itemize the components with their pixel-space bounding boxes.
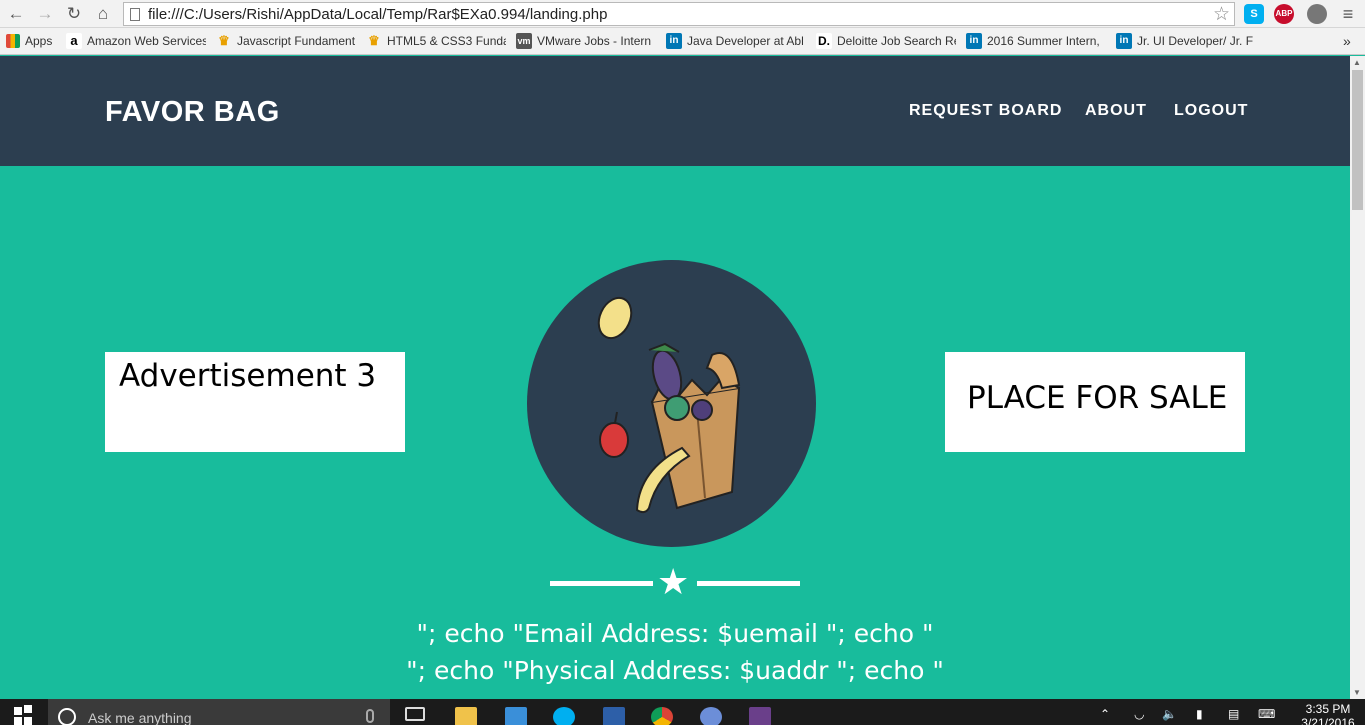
microphone-icon[interactable] [366, 709, 374, 723]
chrome-menu-icon[interactable]: ≡ [1338, 4, 1358, 24]
bookmark-apps[interactable]: Apps [6, 33, 64, 51]
page-icon [130, 8, 140, 21]
keyboard-icon[interactable]: ⌨ [1258, 707, 1275, 721]
clock-date: 3/21/2016 [1301, 716, 1355, 725]
pluralsight-icon: ♛ [218, 33, 230, 48]
address-bar[interactable]: file:///C:/Users/Rishi/AppData/Local/Tem… [123, 2, 1235, 26]
wifi-icon[interactable]: ◡ [1134, 707, 1144, 721]
vmware-icon: vm [516, 33, 532, 49]
bookmark-html5-css3[interactable]: ♛ HTML5 & CSS3 Funda [366, 33, 506, 51]
address-bar-url[interactable]: file:///C:/Users/Rishi/AppData/Local/Tem… [148, 6, 607, 23]
skype-extension-icon[interactable]: S [1244, 4, 1264, 24]
scroll-thumb[interactable] [1352, 70, 1363, 210]
advertisement-left-text: Advertisement 3 [119, 358, 377, 394]
battery-icon[interactable]: ▮ [1196, 707, 1203, 721]
email-address-text: "; echo "Email Address: $uemail "; echo … [416, 619, 934, 648]
advertisement-left[interactable]: Advertisement 3 [105, 352, 405, 452]
site-brand[interactable]: FAVOR BAG [105, 96, 280, 129]
chrome-canary-icon[interactable] [700, 707, 722, 725]
scroll-up-icon[interactable]: ▲ [1353, 58, 1361, 67]
store-icon[interactable] [505, 707, 527, 725]
page-scrollbar[interactable]: ▲ ▼ [1350, 56, 1365, 699]
tray-expand-icon[interactable]: ⌃ [1100, 707, 1110, 721]
linkedin-icon: in [1116, 33, 1132, 49]
advertisement-right-text: PLACE FOR SALE [967, 380, 1228, 416]
site-navbar: FAVOR BAG REQUEST BOARD ABOUT LOGOUT [0, 56, 1350, 166]
extension-icon[interactable] [1307, 4, 1327, 24]
linkedin-icon: in [666, 33, 682, 49]
bookmark-summer-intern[interactable]: in 2016 Summer Intern, [966, 33, 1106, 51]
deloitte-icon: D. [816, 33, 832, 49]
nav-logout[interactable]: LOGOUT [1174, 102, 1248, 120]
advertisement-right[interactable]: PLACE FOR SALE [945, 352, 1245, 452]
grocery-bag-illustration [597, 296, 741, 514]
forward-arrow-icon[interactable]: → [35, 4, 55, 24]
cortana-icon [58, 708, 76, 725]
cortana-search-placeholder: Ask me anything [88, 710, 192, 725]
scroll-down-icon[interactable]: ▼ [1353, 688, 1361, 697]
nav-request-board[interactable]: REQUEST BOARD [909, 102, 1062, 120]
bookmark-javascript[interactable]: ♛ Javascript Fundament [216, 33, 356, 51]
skype-taskbar-icon[interactable] [553, 707, 575, 725]
pluralsight-icon: ♛ [368, 33, 380, 48]
clock-time: 3:35 PM [1305, 702, 1351, 716]
windows-taskbar: Ask me anything ⌃ ◡ 🔈 ▮ ▤ ⌨ 3:35 PM 3/21… [0, 699, 1365, 725]
action-center-icon[interactable]: ▤ [1228, 707, 1239, 721]
divider-line-left [550, 581, 653, 586]
bookmarks-overflow-icon[interactable]: » [1343, 33, 1361, 51]
adblock-plus-icon[interactable]: ABP [1274, 4, 1294, 24]
bookmark-deloitte[interactable]: D. Deloitte Job Search Re [816, 33, 956, 51]
nav-about[interactable]: ABOUT [1085, 102, 1147, 120]
chrome-taskbar-icon[interactable] [651, 707, 673, 725]
app-taskbar-icon[interactable] [749, 707, 771, 725]
bookmark-amazon[interactable]: a Amazon Web Services [66, 33, 206, 51]
amazon-icon: a [66, 33, 82, 49]
bookmark-vmware[interactable]: vm VMware Jobs - Intern [516, 33, 656, 51]
bookmark-star-icon[interactable]: ☆ [1213, 3, 1230, 26]
bookmarks-bar: Apps a Amazon Web Services ♛ Javascript Fu… [0, 28, 1365, 55]
home-icon[interactable]: ⌂ [93, 4, 113, 24]
divider-star-icon: ★ [657, 561, 690, 602]
reload-icon[interactable]: ↻ [64, 4, 84, 24]
divider-line-right [697, 581, 800, 586]
cortana-search-box[interactable]: Ask me anything [48, 699, 390, 725]
linkedin-icon: in [966, 33, 982, 49]
task-view-icon[interactable] [405, 707, 425, 721]
browser-toolbar: ← → ↻ ⌂ file:///C:/Users/Rishi/AppData/L… [0, 0, 1365, 28]
visual-studio-icon[interactable] [603, 707, 625, 725]
apps-grid-icon [6, 33, 20, 48]
volume-muted-icon[interactable]: 🔈 [1162, 707, 1177, 721]
file-explorer-icon[interactable] [455, 707, 477, 725]
taskbar-clock[interactable]: 3:35 PM 3/21/2016 [1298, 702, 1358, 725]
bookmark-java-developer[interactable]: in Java Developer at Abl [666, 33, 806, 51]
page-viewport: FAVOR BAG REQUEST BOARD ABOUT LOGOUT Adv… [0, 56, 1350, 699]
back-arrow-icon[interactable]: ← [6, 4, 26, 24]
grocery-bag-avatar [527, 260, 816, 547]
windows-start-icon[interactable] [14, 705, 32, 725]
bookmark-ui-developer[interactable]: in Jr. UI Developer/ Jr. F [1116, 33, 1256, 51]
physical-address-text: "; echo "Physical Address: $uaddr "; ech… [406, 656, 944, 685]
